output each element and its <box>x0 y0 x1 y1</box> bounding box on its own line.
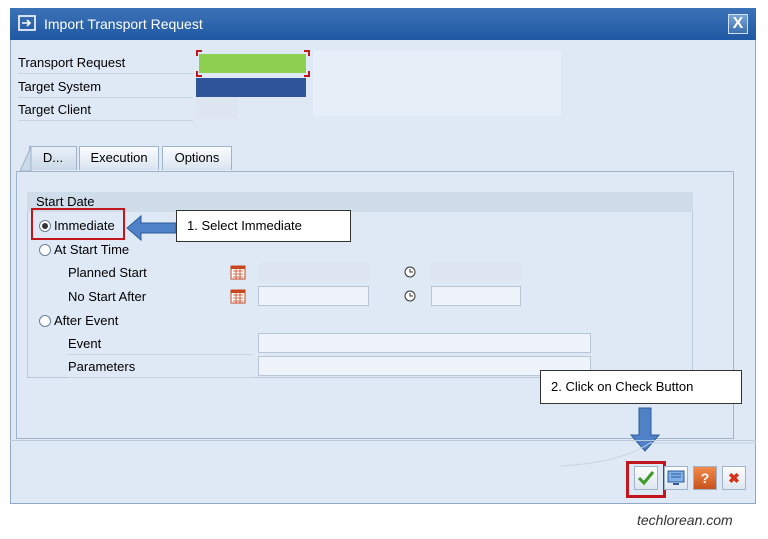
tab-details-label: D... <box>42 150 64 165</box>
clock-icon[interactable] <box>404 266 416 278</box>
title-bar: Import Transport Request X <box>10 8 756 40</box>
transport-request-highlight <box>196 50 310 77</box>
parameters-label: Parameters <box>68 359 253 378</box>
check-icon <box>637 471 655 486</box>
close-button[interactable]: X <box>728 14 748 34</box>
tab-execution[interactable]: Execution <box>79 146 159 170</box>
clock-icon[interactable] <box>404 290 416 302</box>
tab-details[interactable]: D... <box>20 146 77 171</box>
watermark-text: techlorean.com <box>637 512 733 528</box>
planned-start-label: Planned Start <box>68 265 147 280</box>
immediate-radio[interactable] <box>39 220 51 232</box>
callout-click-check: 2. Click on Check Button <box>540 370 742 404</box>
calendar-icon[interactable] <box>230 264 246 280</box>
start-date-title: Start Date <box>36 194 95 209</box>
target-system-label: Target System <box>18 79 193 98</box>
event-label: Event <box>68 336 253 355</box>
immediate-label: Immediate <box>54 218 115 233</box>
transport-request-label: Transport Request <box>18 55 193 74</box>
cancel-icon: ✖ <box>728 470 740 486</box>
help-icon: ? <box>700 470 710 486</box>
after-event-label: After Event <box>54 313 119 328</box>
after-event-radio[interactable] <box>39 315 51 327</box>
no-start-after-time-field[interactable] <box>431 286 521 306</box>
radio-selected-dot <box>42 223 48 229</box>
target-system-field[interactable] <box>196 78 306 97</box>
arrow-left-icon <box>126 214 177 242</box>
description-area <box>313 50 561 116</box>
calendar-icon[interactable] <box>230 288 246 304</box>
help-button[interactable]: ? <box>693 466 717 490</box>
planned-start-time-field[interactable] <box>431 262 521 282</box>
tab-execution-label: Execution <box>90 150 148 165</box>
planned-start-date-field[interactable] <box>258 262 369 282</box>
check-button[interactable] <box>634 466 658 490</box>
transport-strategy-button[interactable] <box>664 466 688 490</box>
tab-options[interactable]: Options <box>162 146 232 170</box>
import-icon <box>18 15 36 31</box>
at-start-time-radio[interactable] <box>39 244 51 256</box>
target-client-field[interactable] <box>196 97 238 119</box>
target-client-label: Target Client <box>18 102 193 121</box>
no-start-after-label: No Start After <box>68 289 147 304</box>
tab-options-label: Options <box>174 150 220 165</box>
monitor-icon <box>667 470 685 485</box>
start-date-group-header: Start Date <box>27 192 693 212</box>
window-title: Import Transport Request <box>44 16 203 32</box>
at-start-time-label: At Start Time <box>54 242 130 257</box>
no-start-after-date-field[interactable] <box>258 286 369 306</box>
cancel-button[interactable]: ✖ <box>722 466 746 490</box>
callout-select-immediate: 1. Select Immediate <box>176 210 351 242</box>
event-field[interactable] <box>258 333 591 353</box>
